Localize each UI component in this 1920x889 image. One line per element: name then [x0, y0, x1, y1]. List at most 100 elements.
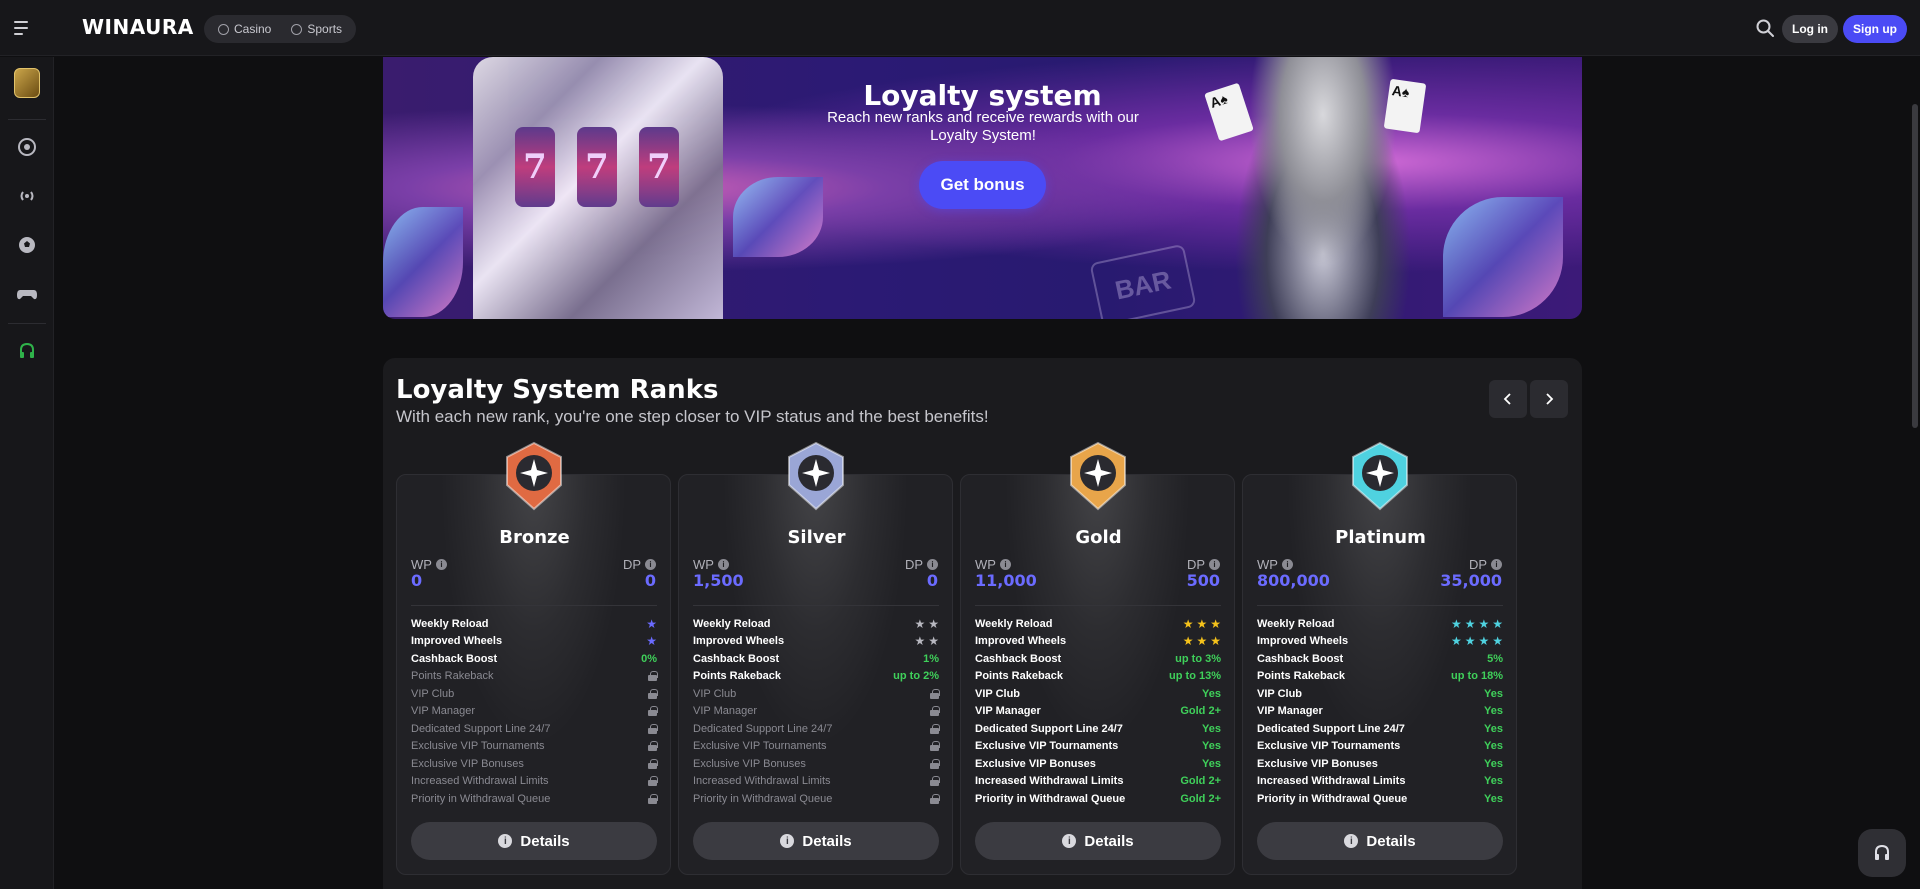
dp-label-text: DP: [1186, 557, 1205, 572]
login-button[interactable]: Log in: [1782, 15, 1838, 43]
lock-icon: [648, 671, 658, 681]
feature-value: Yes: [1484, 792, 1503, 805]
details-button[interactable]: i Details: [1257, 822, 1503, 860]
card-divider: [975, 605, 1221, 606]
feature-value: 1%: [923, 652, 939, 665]
feature-row: VIP Club Yes: [1257, 685, 1503, 702]
details-button[interactable]: i Details: [411, 822, 657, 860]
info-icon[interactable]: i: [999, 559, 1011, 570]
get-bonus-button[interactable]: Get bonus: [919, 161, 1046, 209]
feature-name: Weekly Reload: [693, 617, 771, 630]
feature-value: Yes: [1202, 757, 1221, 770]
wp-label: WP i: [411, 557, 447, 572]
star-icon: ★: [1196, 616, 1208, 631]
feature-row: Improved Wheels ★ ★ ★: [975, 633, 1221, 650]
feature-row: Exclusive VIP Tournaments Yes: [1257, 738, 1503, 755]
feature-value: Gold 2+: [1180, 775, 1221, 787]
feature-name: Points Rakeback: [1257, 670, 1346, 682]
star-icon: ★: [1196, 634, 1208, 648]
info-icon[interactable]: i: [927, 559, 938, 570]
card-divider: [693, 605, 939, 606]
dp-value: 0: [926, 571, 938, 590]
feature-row: VIP Manager Gold 2+: [975, 703, 1221, 720]
star-icon: ★: [646, 634, 657, 648]
headset-icon: [1875, 844, 1889, 860]
mode-casino[interactable]: Casino: [210, 18, 279, 40]
info-icon[interactable]: i: [1281, 559, 1293, 570]
feature-row: Dedicated Support Line 24/7 Yes: [975, 720, 1221, 737]
feature-value: Yes: [1484, 775, 1503, 787]
sidebar-item-sports[interactable]: [14, 232, 40, 258]
info-icon[interactable]: i: [717, 559, 729, 570]
feature-value: Yes: [1484, 740, 1503, 752]
feature-name: Cashback Boost: [693, 652, 780, 665]
feature-name: VIP Club: [975, 687, 1021, 700]
rank-name: Bronze: [499, 527, 570, 548]
live-broadcast-icon: [20, 191, 34, 201]
feature-value: 5%: [1487, 652, 1503, 665]
star-icon: ★: [1478, 634, 1490, 648]
sidebar-item-esports[interactable]: [14, 281, 40, 307]
decorative-leaf: [1443, 197, 1563, 317]
feature-row: Increased Withdrawal Limits: [693, 773, 940, 790]
feature-row: Priority in Withdrawal Queue: [693, 790, 940, 807]
info-icon[interactable]: i: [1209, 559, 1220, 570]
feature-name: VIP Manager: [411, 705, 476, 717]
feature-name: Exclusive VIP Tournaments: [1257, 740, 1401, 752]
ranks-title: Loyalty System Ranks: [396, 375, 719, 405]
feature-row: Priority in Withdrawal Queue: [411, 790, 658, 807]
lock-icon: [930, 758, 940, 769]
site-logo[interactable]: WINAURA: [82, 15, 194, 39]
info-icon: i: [498, 834, 513, 848]
details-label: Details: [802, 832, 852, 850]
feature-name: Dedicated Support Line 24/7: [411, 722, 551, 735]
sidebar-item-support[interactable]: [14, 338, 40, 364]
info-icon[interactable]: i: [1491, 559, 1502, 570]
decorative-leaf: [733, 177, 823, 257]
details-button[interactable]: i Details: [693, 822, 939, 860]
info-icon[interactable]: i: [435, 559, 447, 570]
feature-name: Cashback Boost: [975, 652, 1062, 665]
feature-name: Improved Wheels: [693, 635, 785, 647]
lock-icon: [930, 793, 940, 804]
page-scrollbar[interactable]: [1912, 104, 1918, 428]
feature-value: Yes: [1484, 722, 1503, 735]
feature-name: Exclusive VIP Tournaments: [693, 740, 827, 752]
dp-value: 500: [1186, 571, 1220, 590]
feature-name: Dedicated Support Line 24/7: [1257, 722, 1405, 735]
feature-row: Cashback Boost 1%: [693, 650, 939, 667]
wp-label: WP i: [693, 557, 729, 572]
search-icon[interactable]: [1755, 18, 1775, 38]
mode-casino-label: Casino: [234, 22, 272, 36]
lock-icon: [930, 776, 940, 786]
mode-sports[interactable]: Sports: [283, 18, 350, 40]
chevron-left-icon: [1503, 393, 1511, 405]
rank-card-bronze: Bronze WP i DP i 0 0 Weekly Reload ★ Improved Whe…: [396, 441, 671, 875]
ranks-next-button[interactable]: [1530, 380, 1568, 418]
feature-row: Improved Wheels ★ ★ ★ ★: [1257, 633, 1503, 650]
star-icon: ★: [1450, 634, 1462, 648]
feature-name: Weekly Reload: [975, 617, 1053, 630]
info-icon[interactable]: i: [645, 559, 656, 570]
sidebar-item-live[interactable]: [14, 183, 40, 209]
slot-reel: 7: [515, 127, 555, 207]
star-icon: ★: [1492, 634, 1503, 648]
sidebar-promo-avatar[interactable]: [14, 68, 40, 98]
details-button[interactable]: i Details: [975, 822, 1221, 860]
feature-row: VIP Club: [693, 685, 940, 702]
feature-row: Exclusive VIP Bonuses Yes: [1257, 755, 1503, 772]
support-chat-button[interactable]: [1858, 829, 1906, 877]
star-icon: ★: [1182, 616, 1194, 631]
star-rating: ★ ★ ★ ★: [1451, 618, 1503, 630]
star-rating: ★ ★ ★: [1183, 618, 1221, 630]
feature-name: Priority in Withdrawal Queue: [975, 792, 1126, 805]
signup-button[interactable]: Sign up: [1843, 15, 1907, 43]
hamburger-menu-icon[interactable]: [14, 16, 38, 40]
ranks-prev-button[interactable]: [1489, 380, 1527, 418]
dp-label: DP i: [1469, 557, 1502, 572]
info-icon: i: [1062, 834, 1077, 848]
star-icon: ★: [646, 616, 657, 631]
sidebar-item-casino[interactable]: [14, 134, 40, 160]
feature-name: Points Rakeback: [693, 670, 782, 682]
wp-value: 800,000: [1257, 571, 1330, 590]
